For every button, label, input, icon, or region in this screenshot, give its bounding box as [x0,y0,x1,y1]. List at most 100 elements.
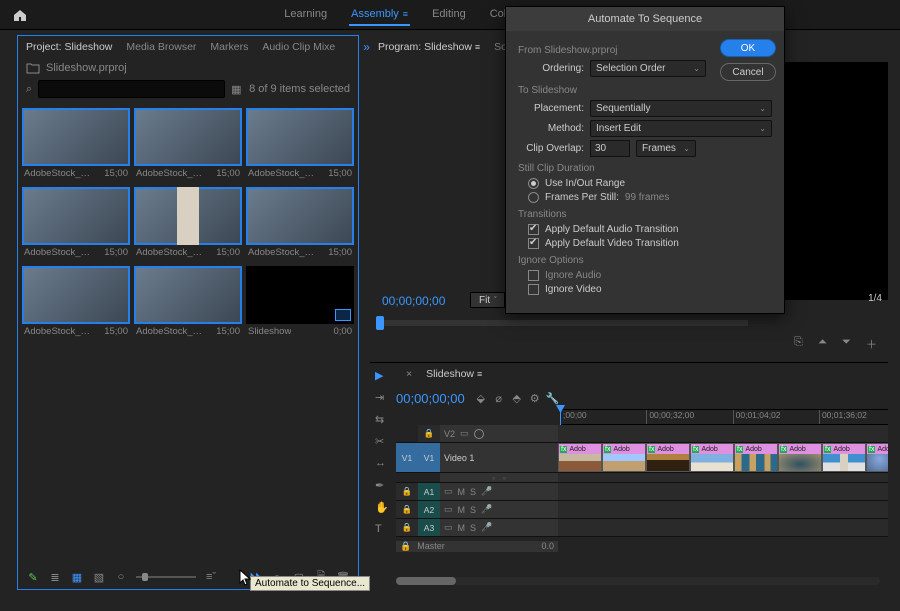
track-select-tool-icon[interactable]: ⇥ [375,391,389,405]
timeline-clip[interactable]: fxAdob [558,443,602,472]
placement-dropdown[interactable]: Sequentially⌄ [590,100,772,117]
project-item[interactable]: AdobeStock_234356... 15;00 [22,108,130,183]
home-icon[interactable] [12,7,28,23]
filter-bin-icon[interactable]: ▦ [231,83,241,96]
clip-thumbnail[interactable] [22,266,130,324]
a1-target-patch[interactable]: A1 [418,483,440,500]
a1-source-patch[interactable]: 🔒 [396,483,418,500]
list-view-icon[interactable]: ≣ [48,570,62,584]
v2-source-patch[interactable] [396,425,418,442]
zoom-fit-dropdown[interactable]: Fitˇ [470,292,505,308]
timeline-clip[interactable]: fxAdob [822,443,866,472]
ordering-dropdown[interactable]: Selection Order⌄ [590,60,706,77]
voice-over-icon[interactable]: 🎤 [481,486,492,497]
razor-tool-icon[interactable]: ✂ [375,435,389,449]
workspace-assembly[interactable]: Assembly≡ [349,4,410,26]
wrench-icon[interactable]: 🔧 [547,392,559,404]
use-inout-radio[interactable] [528,178,539,189]
tab-project[interactable]: Project: Slideshow [26,41,112,53]
project-thumbnail-grid: AdobeStock_234356... 15;00 AdobeStock_22… [18,104,358,345]
v2-target-patch[interactable]: 🔒 [418,425,440,442]
ripple-tool-icon[interactable]: ⇆ [375,413,389,427]
clip-thumbnail[interactable] [246,266,354,324]
icon-view-icon[interactable]: ▦ [70,570,84,584]
cancel-button[interactable]: Cancel [720,63,776,81]
button-editor-icon[interactable]: ＋ [866,336,882,350]
settings-icon[interactable]: ⚙ [529,392,541,404]
program-timecode[interactable]: 00;00;00;00 [382,294,445,308]
project-item[interactable]: Slideshow 0;00 [246,266,354,341]
clip-thumbnail[interactable] [134,266,242,324]
workspace-learning[interactable]: Learning [282,4,329,26]
clip-thumbnail[interactable] [246,187,354,245]
snap-icon[interactable]: ⬙ [475,392,487,404]
timeline-clip[interactable]: fxAdob [646,443,690,472]
clip-thumbnail[interactable] [22,187,130,245]
timeline-clip[interactable]: fxAdob [690,443,734,472]
project-item[interactable]: AdobeStock_287251... 15;00 [246,187,354,262]
project-item[interactable]: AdobeStock_327573... 15;00 [246,108,354,183]
ok-button[interactable]: OK [720,39,776,57]
workspace-menu-icon[interactable]: ≡ [403,9,408,19]
overlap-unit-dropdown[interactable]: Frames⌄ [636,140,696,157]
project-item[interactable]: AdobeStock_138362... 15;00 [22,266,130,341]
type-tool-icon[interactable]: T [375,523,389,537]
v1-source-patch[interactable]: V1 [396,443,418,472]
a2-target-patch[interactable]: A2 [418,501,440,518]
thumbnail-zoom-slider[interactable] [136,576,196,578]
track-output-icon[interactable]: ▭ [460,428,469,439]
project-search-input[interactable] [38,80,225,98]
clip-thumbnail[interactable] [134,108,242,166]
tab-audio-clip-mixer[interactable]: Audio Clip Mixe [262,41,335,53]
lift-icon[interactable]: ⏶ [818,336,834,350]
a1-lane[interactable] [558,483,888,500]
tab-markers[interactable]: Markers [210,41,248,53]
track-output-icon[interactable]: ▭ [444,486,453,497]
clip-thumbnail[interactable] [134,187,242,245]
tab-program[interactable]: Program: Slideshow ≡ [378,41,480,53]
hand-tool-icon[interactable]: ✋ [375,501,389,515]
default-audio-transition-checkbox[interactable] [528,224,539,235]
zoom-out-icon[interactable]: ○ [114,570,128,584]
a2-lane[interactable] [558,501,888,518]
panel-expand-icon[interactable]: » [363,40,370,54]
tab-media-browser[interactable]: Media Browser [126,41,196,53]
time-ruler[interactable]: ;00;0000;00;32;0000;01;04;0200;01;36;02 [560,409,888,425]
default-video-transition-checkbox[interactable] [528,238,539,249]
pen-tool-icon[interactable]: ✒ [375,479,389,493]
project-item[interactable]: AdobeStock_225485... 15;00 [134,108,242,183]
project-item[interactable]: AdobeStock_182518... 15;00 [134,266,242,341]
linked-selection-icon[interactable]: ⌀ [493,392,505,404]
clip-overlap-input[interactable] [590,140,630,157]
timeline-timecode[interactable]: 00;00;00;00 [396,391,465,406]
write-enable-icon[interactable]: ✎ [26,570,40,584]
method-dropdown[interactable]: Insert Edit⌄ [590,120,772,137]
tab-sequence[interactable]: Slideshow ≡ [426,368,482,380]
eye-icon[interactable] [474,429,484,439]
selection-tool-icon[interactable]: ▶ [375,369,389,383]
frames-per-still-radio[interactable] [528,192,539,203]
clip-thumbnail[interactable] [22,108,130,166]
marker-icon[interactable]: ⬘ [511,392,523,404]
program-scrub-bar[interactable] [376,320,748,326]
a3-lane[interactable] [558,519,888,536]
timeline-hscroll[interactable] [396,577,880,585]
freeform-view-icon[interactable]: ▧ [92,570,106,584]
ignore-video-checkbox[interactable] [528,284,539,295]
v1-lane[interactable]: fxAdobfxAdobfxAdobfxAdobfxAdobfxAdobfxAd… [558,443,888,472]
timeline-clip[interactable]: fxAdob [778,443,822,472]
project-item[interactable]: AdobeStock_306745... 15;00 [22,187,130,262]
timeline-clip[interactable]: fxAdob [734,443,778,472]
extract-icon[interactable]: ⏷ [842,336,858,350]
workspace-editing[interactable]: Editing [430,4,468,26]
a3-target-patch[interactable]: A3 [418,519,440,536]
export-frame-icon[interactable]: ⎘ [794,336,810,350]
timeline-clip[interactable]: fxAdob [866,443,888,472]
slip-tool-icon[interactable]: ↔ [375,457,389,471]
clip-thumbnail[interactable] [246,108,354,166]
sort-icon[interactable]: ≡ˇ [204,570,218,584]
v1-target-patch[interactable]: V1 [418,443,440,472]
v2-lane[interactable] [558,425,888,442]
timeline-clip[interactable]: fxAdob [602,443,646,472]
project-item[interactable]: AdobeStock_320408... 15;00 [134,187,242,262]
